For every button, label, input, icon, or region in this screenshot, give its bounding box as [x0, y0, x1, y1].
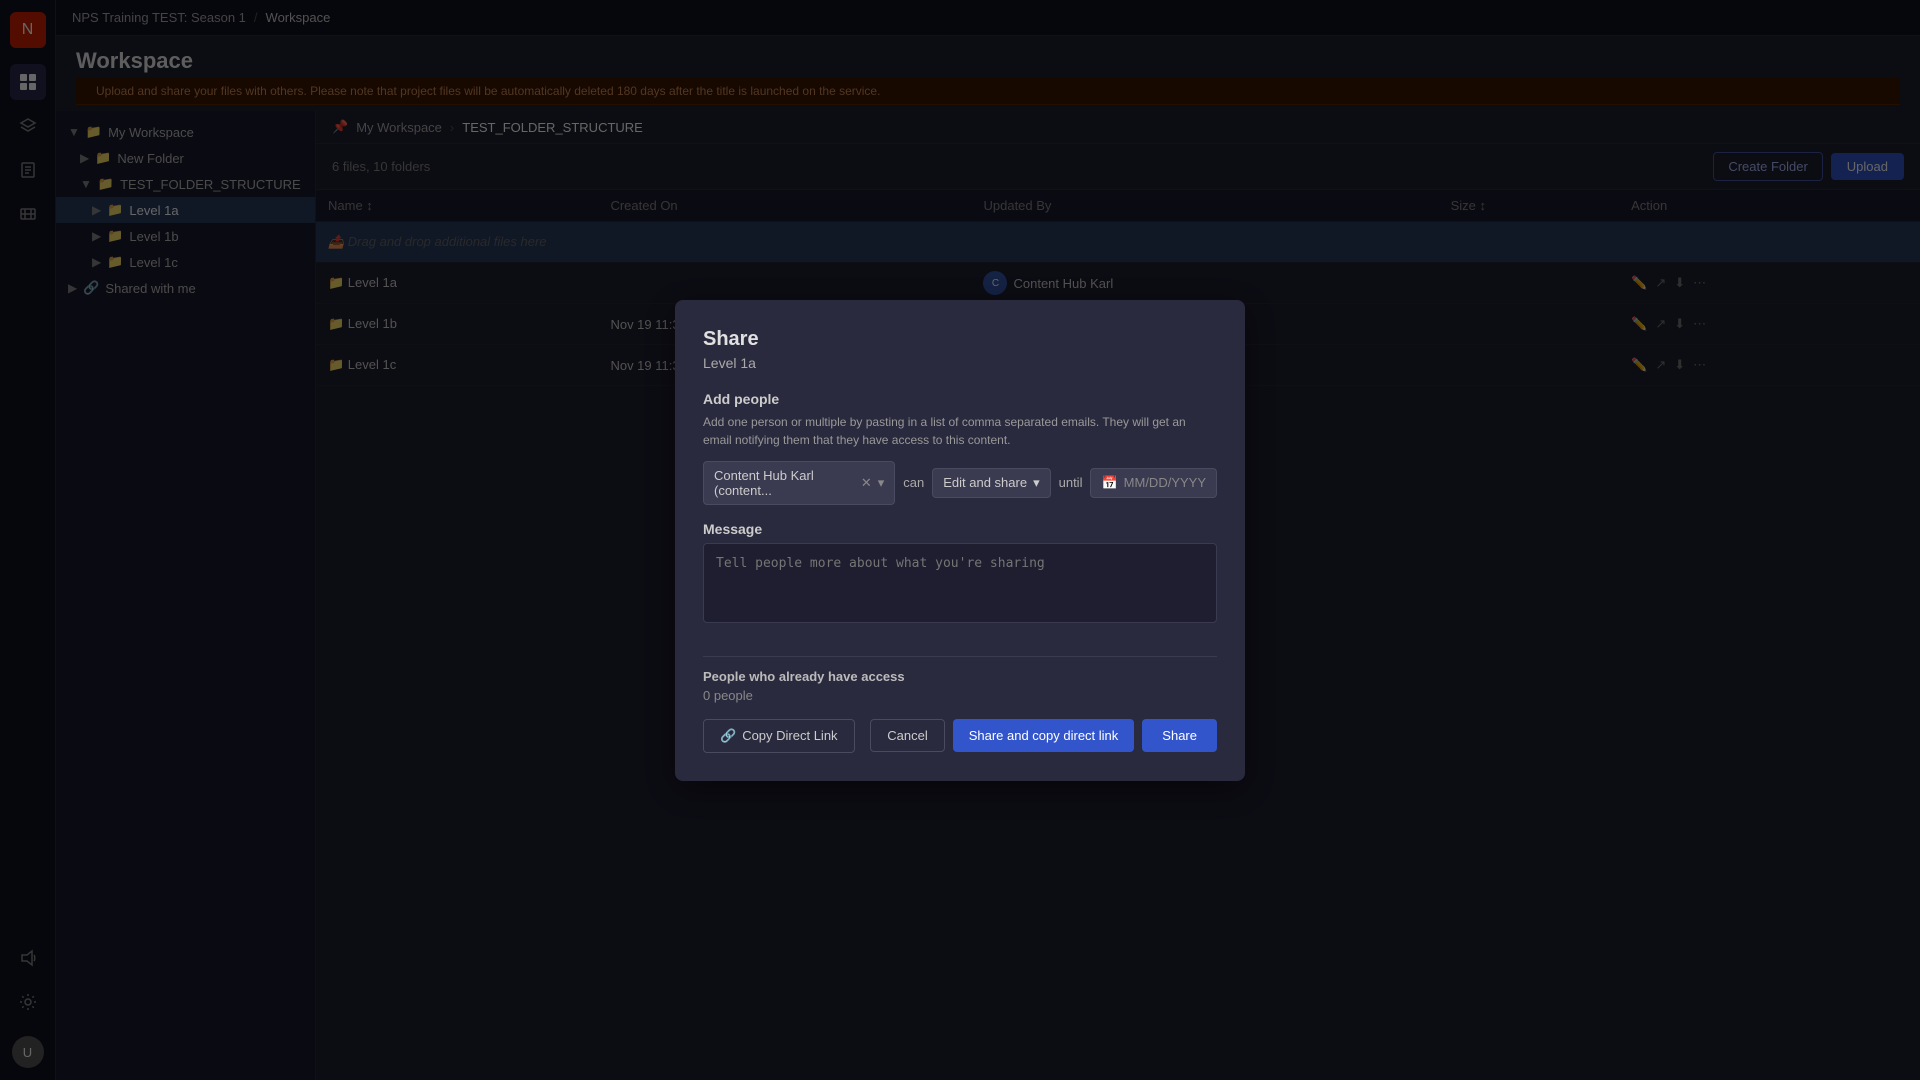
access-title: People who already have access	[703, 669, 1217, 684]
modal-overlay[interactable]: Share Level 1a Add people Add one person…	[0, 0, 1920, 1080]
modal-title: Share	[703, 328, 1217, 351]
divider	[703, 656, 1217, 657]
chip-dropdown-icon[interactable]: ▾	[878, 475, 885, 491]
copy-direct-link-button[interactable]: 🔗 Copy Direct Link	[703, 719, 855, 753]
modal-footer-right: Cancel Share and copy direct link Share	[870, 719, 1217, 752]
can-label: can	[903, 475, 924, 490]
cancel-button[interactable]: Cancel	[870, 719, 944, 752]
permission-dropdown-icon: ▾	[1033, 475, 1040, 491]
modal-footer: 🔗 Copy Direct Link Cancel Share and copy…	[703, 719, 1217, 753]
people-row: Content Hub Karl (content... ✕ ▾ can Edi…	[703, 461, 1217, 505]
copy-link-label: Copy Direct Link	[742, 728, 837, 743]
email-chip[interactable]: Content Hub Karl (content... ✕ ▾	[703, 461, 895, 505]
permission-value: Edit and share	[943, 475, 1027, 490]
add-people-title: Add people	[703, 391, 1217, 407]
link-icon: 🔗	[720, 728, 736, 744]
share-copy-button[interactable]: Share and copy direct link	[953, 719, 1135, 752]
chip-remove-icon[interactable]: ✕	[861, 475, 872, 491]
date-input[interactable]: 📅 MM/DD/YYYY	[1090, 468, 1217, 498]
calendar-icon: 📅	[1101, 475, 1117, 491]
message-label: Message	[703, 521, 1217, 537]
until-label: until	[1059, 475, 1083, 490]
email-value: Content Hub Karl (content...	[714, 468, 851, 498]
date-placeholder: MM/DD/YYYY	[1124, 475, 1206, 490]
permission-select[interactable]: Edit and share ▾	[932, 468, 1050, 498]
add-people-desc: Add one person or multiple by pasting in…	[703, 413, 1217, 449]
message-textarea[interactable]	[703, 543, 1217, 623]
access-count: 0 people	[703, 688, 1217, 703]
share-modal: Share Level 1a Add people Add one person…	[675, 300, 1245, 781]
share-button[interactable]: Share	[1142, 719, 1217, 752]
modal-subtitle: Level 1a	[703, 355, 1217, 371]
